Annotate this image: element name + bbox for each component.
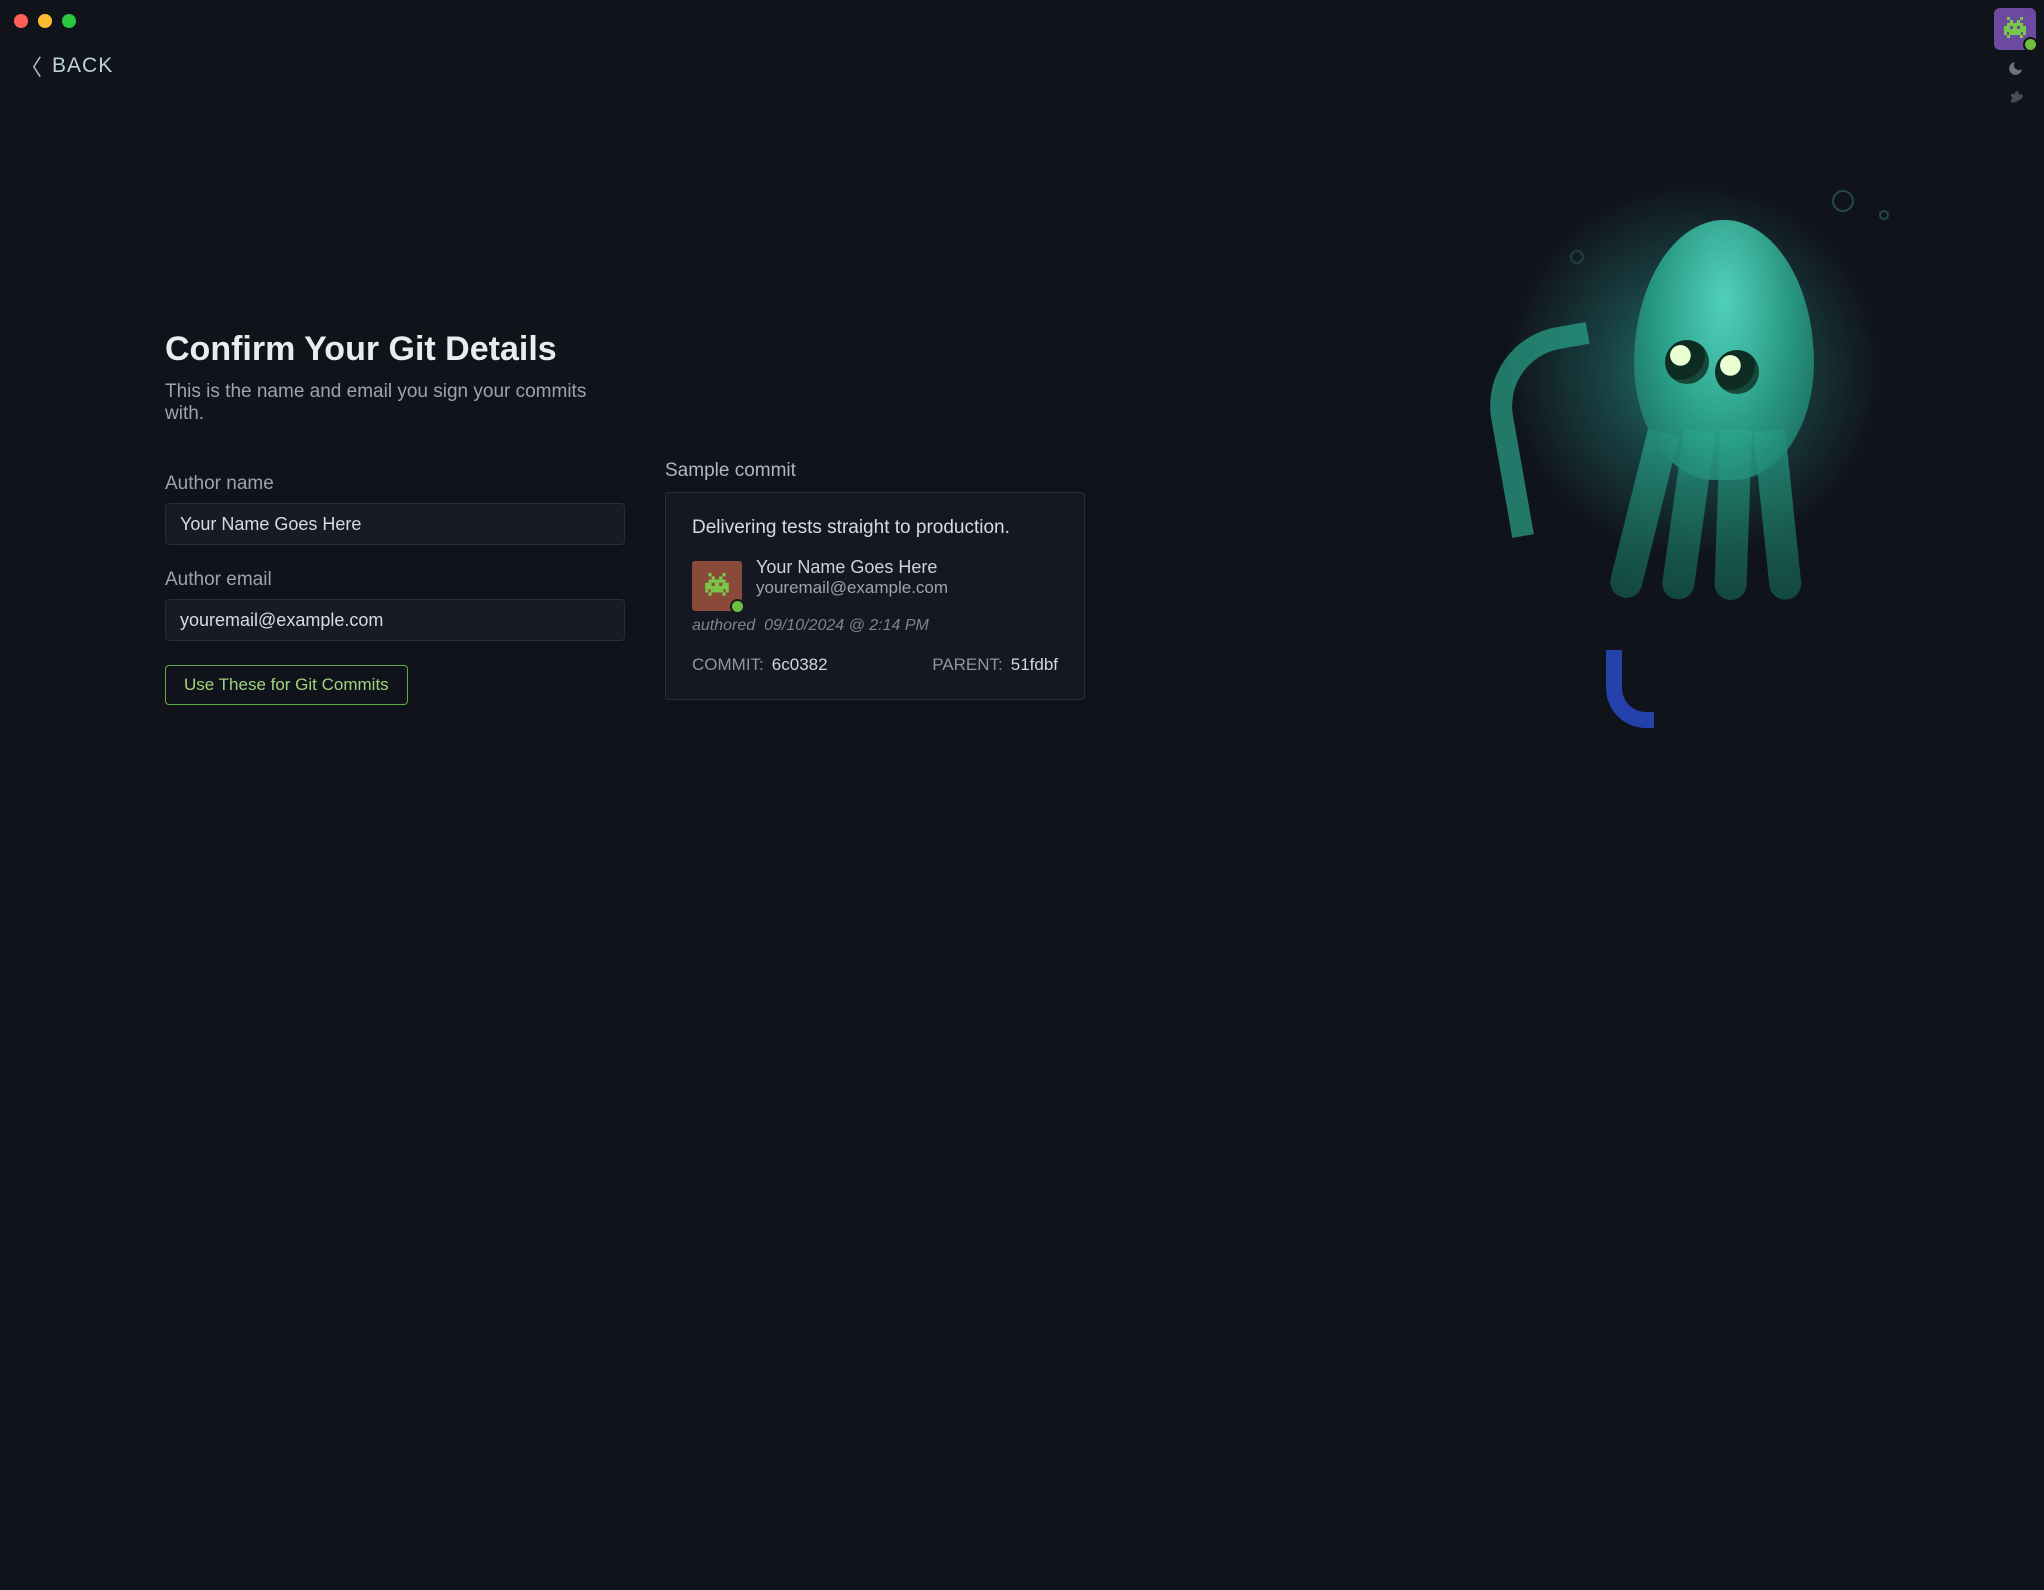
authored-word: authored	[692, 617, 755, 634]
page-heading: Confirm Your Git Details	[165, 330, 625, 369]
author-email-input[interactable]	[165, 599, 625, 641]
parent-hash-value: 51fdbf	[1011, 655, 1058, 675]
parent-hash-pair: PARENT: 51fdbf	[932, 655, 1058, 675]
author-name-label: Author name	[165, 473, 625, 495]
author-name-input[interactable]	[165, 503, 625, 545]
commit-author-avatar	[692, 561, 742, 611]
page-subtitle: This is the name and email you sign your…	[165, 381, 625, 425]
commit-author-email: youremail@example.com	[756, 578, 948, 598]
main-content: Confirm Your Git Details This is the nam…	[165, 330, 1984, 705]
space-invader-icon	[2001, 15, 2029, 43]
commit-author-name: Your Name Goes Here	[756, 557, 948, 578]
use-for-commits-button[interactable]: Use These for Git Commits	[165, 665, 408, 705]
author-email-label: Author email	[165, 569, 625, 591]
top-right-controls	[1994, 8, 2036, 110]
commit-hash-label: COMMIT:	[692, 655, 764, 675]
gear-icon	[2007, 90, 2024, 107]
window-minimize-button[interactable]	[38, 14, 52, 28]
authored-timestamp: 09/10/2024 @ 2:14 PM	[764, 617, 929, 634]
commit-hashes-row: COMMIT: 6c0382 PARENT: 51fdbf	[692, 655, 1058, 675]
parent-hash-label: PARENT:	[932, 655, 1003, 675]
sample-commit-label: Sample commit	[665, 460, 1085, 482]
back-label: BACK	[52, 54, 113, 78]
chevron-left-icon: 〈	[20, 50, 42, 82]
git-details-form: Confirm Your Git Details This is the nam…	[165, 330, 625, 705]
commit-hash-pair: COMMIT: 6c0382	[692, 655, 828, 675]
window-close-button[interactable]	[14, 14, 28, 28]
window-controls	[14, 14, 76, 28]
commit-message: Delivering tests straight to production.	[692, 517, 1058, 539]
user-avatar-button[interactable]	[1994, 8, 2036, 50]
commit-hash-value: 6c0382	[772, 655, 828, 675]
sample-commit-preview: Sample commit Delivering tests straight …	[665, 460, 1085, 705]
commit-author-row: Your Name Goes Here youremail@example.co…	[692, 557, 1058, 611]
settings-icon-button[interactable]	[2007, 90, 2024, 110]
theme-toggle-icon[interactable]	[2007, 60, 2024, 80]
space-invader-icon	[702, 571, 732, 601]
moon-icon	[2007, 60, 2024, 77]
back-button[interactable]: 〈 BACK	[20, 50, 113, 82]
commit-authored-line: authored 09/10/2024 @ 2:14 PM	[692, 617, 1058, 635]
window-zoom-button[interactable]	[62, 14, 76, 28]
window-root: 〈 BACK Confirm Your Git Details This is …	[0, 0, 2044, 1590]
commit-card: Delivering tests straight to production.	[665, 492, 1085, 700]
